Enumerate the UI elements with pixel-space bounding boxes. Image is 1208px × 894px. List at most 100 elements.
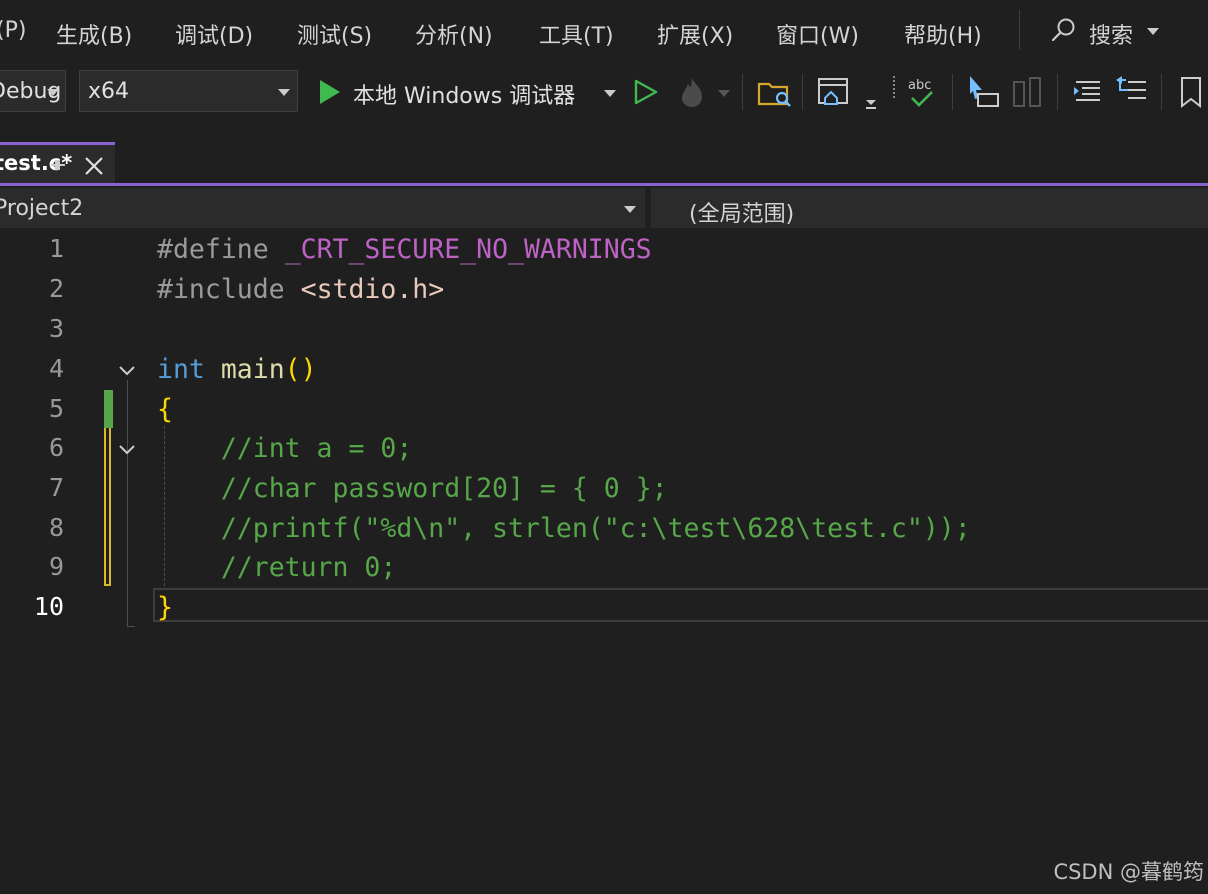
code-token: int bbox=[157, 354, 205, 385]
chevron-down-icon[interactable] bbox=[1147, 28, 1159, 35]
toolbar-separator bbox=[1161, 74, 1162, 110]
current-line-highlight bbox=[153, 588, 1208, 622]
line-number: 4 bbox=[48, 354, 64, 383]
hot-reload-icon[interactable] bbox=[672, 72, 712, 112]
bookmark-icon[interactable] bbox=[1172, 72, 1208, 112]
collapse-chevron-icon[interactable] bbox=[116, 359, 138, 381]
chevron-down-icon bbox=[278, 89, 290, 96]
line-number: 3 bbox=[48, 314, 64, 343]
unsaved-change-marker bbox=[104, 428, 111, 586]
chevron-down-icon bbox=[624, 206, 636, 213]
toolbar-separator bbox=[1057, 74, 1058, 110]
menu-item-tools[interactable]: 工具(T) bbox=[539, 18, 614, 50]
line-number: 5 bbox=[48, 394, 64, 423]
toolbar-separator bbox=[952, 74, 953, 110]
run-target-label[interactable]: 本地 Windows 调试器 bbox=[353, 78, 575, 110]
document-tab[interactable]: test.c* bbox=[0, 142, 115, 185]
saved-change-marker bbox=[104, 390, 113, 428]
word-wrap-icon[interactable] bbox=[1112, 72, 1152, 112]
code-token: ( bbox=[284, 354, 301, 385]
code-line[interactable]: //int a = 0; bbox=[157, 434, 412, 464]
code-line[interactable]: //printf("%d\n", strlen("c:\test\628\tes… bbox=[157, 514, 971, 544]
pin-icon[interactable] bbox=[47, 154, 69, 176]
chevron-down-icon[interactable] bbox=[718, 90, 730, 97]
menu-separator bbox=[1019, 10, 1020, 50]
platform-value: x64 bbox=[88, 79, 130, 104]
code-token: _CRT_SECURE_NO_WARNINGS bbox=[284, 234, 652, 265]
menu-item-project[interactable]: (P) bbox=[0, 18, 26, 43]
toolbar-separator bbox=[742, 74, 743, 110]
search-label[interactable]: 搜索 bbox=[1089, 18, 1133, 50]
start-debugging-icon[interactable] bbox=[314, 72, 354, 112]
chevron-down-icon[interactable] bbox=[604, 90, 616, 97]
spell-check-icon[interactable]: abc bbox=[902, 72, 942, 112]
code-line[interactable]: #include <stdio.h> bbox=[157, 275, 444, 305]
code-line[interactable]: #define _CRT_SECURE_NO_WARNINGS bbox=[157, 235, 652, 265]
fold-region-end bbox=[127, 626, 135, 627]
platform-dropdown[interactable]: x64 bbox=[79, 70, 298, 112]
code-token: <stdio.h> bbox=[300, 274, 445, 305]
configuration-dropdown[interactable]: Debug bbox=[0, 70, 66, 112]
code-line[interactable]: int main() bbox=[157, 355, 317, 385]
indent-icon[interactable] bbox=[1068, 72, 1108, 112]
toolbar: Debug x64 本地 Windows 调试器 abc bbox=[0, 66, 1208, 122]
line-number: 1 bbox=[48, 234, 64, 263]
code-token: #include bbox=[157, 274, 285, 305]
code-token: #define bbox=[157, 234, 269, 265]
line-number: 2 bbox=[48, 274, 64, 303]
line-number: 7 bbox=[48, 473, 64, 502]
scope-name: (全局范围) bbox=[689, 202, 795, 227]
code-token: //int a = 0; bbox=[220, 433, 413, 464]
menu-item-analyze[interactable]: 分析(N) bbox=[415, 18, 493, 50]
menu-item-extensions[interactable]: 扩展(X) bbox=[657, 18, 733, 50]
code-line[interactable]: //return 0; bbox=[157, 552, 397, 583]
line-number: 9 bbox=[48, 552, 64, 581]
overflow-icon[interactable] bbox=[858, 72, 898, 112]
project-name: Project2 bbox=[0, 196, 84, 221]
find-in-files-icon[interactable] bbox=[755, 72, 795, 112]
svg-text:abc: abc bbox=[908, 78, 931, 93]
navigation-bar: Project2 (全局范围) bbox=[0, 186, 1208, 230]
scope-dropdown[interactable]: (全局范围) bbox=[651, 188, 1208, 228]
select-element-icon[interactable] bbox=[964, 72, 1004, 112]
menu-bar: (P) 生成(B) 调试(D) 测试(S) 分析(N) 工具(T) 扩展(X) … bbox=[0, 0, 1208, 66]
code-line[interactable]: { bbox=[157, 395, 173, 425]
project-dropdown[interactable]: Project2 bbox=[0, 188, 645, 228]
fold-region-line bbox=[127, 380, 128, 626]
collapse-chevron-icon[interactable] bbox=[116, 438, 138, 460]
line-number: 6 bbox=[48, 433, 64, 462]
code-token: ) bbox=[300, 354, 317, 385]
code-editor[interactable]: 1 2 3 4 5 6 7 8 9 10 #define _CRT_SECURE… bbox=[0, 230, 1208, 894]
code-token: main bbox=[220, 354, 285, 385]
compare-icon[interactable] bbox=[1008, 72, 1048, 112]
menu-item-window[interactable]: 窗口(W) bbox=[776, 18, 859, 50]
line-number-current: 10 bbox=[33, 592, 64, 621]
menu-item-build[interactable]: 生成(B) bbox=[56, 18, 132, 50]
toolbar-separator bbox=[802, 74, 803, 110]
search-icon[interactable] bbox=[1050, 16, 1078, 44]
code-token: //char password[20] = { 0 }; bbox=[220, 473, 668, 504]
start-without-debugging-icon[interactable] bbox=[628, 72, 668, 112]
code-token: //printf("%d\n", strlen("c:\test\628\tes… bbox=[220, 513, 971, 544]
code-token: //return 0; bbox=[220, 552, 397, 583]
code-line[interactable]: //char password[20] = { 0 }; bbox=[157, 474, 668, 504]
menu-item-debug[interactable]: 调试(D) bbox=[175, 18, 253, 50]
watermark: CSDN @暮鹤筠 bbox=[1053, 860, 1204, 884]
menu-item-test[interactable]: 测试(S) bbox=[297, 18, 372, 50]
code-line[interactable]: } bbox=[157, 593, 173, 623]
document-tab-strip: test.c* bbox=[0, 122, 1208, 188]
close-icon[interactable] bbox=[82, 154, 106, 178]
line-number: 8 bbox=[48, 513, 64, 542]
home-window-icon[interactable] bbox=[814, 72, 854, 112]
chevron-down-icon bbox=[47, 89, 59, 96]
code-token: } bbox=[157, 592, 173, 623]
menu-item-help[interactable]: 帮助(H) bbox=[904, 18, 982, 50]
code-token: { bbox=[157, 394, 173, 425]
